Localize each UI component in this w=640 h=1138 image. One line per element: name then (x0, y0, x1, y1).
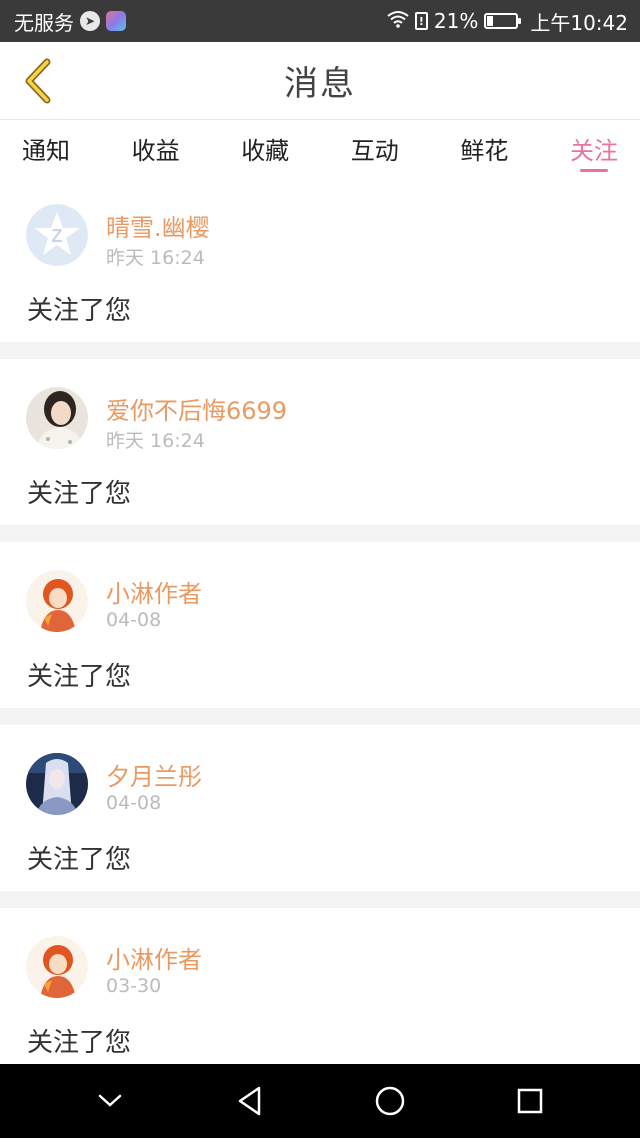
tab-earnings[interactable]: 收益 (132, 120, 180, 176)
header: 消息 (0, 42, 640, 120)
message-text: 关注了您 (27, 479, 132, 509)
wifi-icon (387, 10, 409, 33)
battery-icon (484, 13, 522, 29)
message-list: Z 晴雪.幽樱 昨天 16:24 关注了您 爱你不后悔6699 昨天 16:24… (0, 176, 640, 1091)
user-name[interactable]: 小淋作者 (106, 940, 202, 975)
avatar[interactable] (26, 936, 88, 998)
list-item[interactable]: Z 晴雪.幽樱 昨天 16:24 关注了您 (0, 176, 640, 342)
tab-follows[interactable]: 关注 (570, 120, 618, 176)
message-time: 昨天 16:24 (106, 247, 205, 269)
page-title: 消息 (284, 64, 356, 104)
message-text: 关注了您 (27, 296, 132, 326)
sim-alert-icon: ! (414, 12, 428, 30)
hide-nav-button[interactable] (82, 1073, 138, 1129)
carrier-text: 无服务 (14, 10, 74, 35)
user-name[interactable]: 晴雪.幽樱 (106, 208, 210, 243)
tab-interactions[interactable]: 互动 (351, 120, 399, 176)
message-time: 03-30 (106, 975, 162, 997)
girl-photo-avatar-icon (26, 387, 88, 449)
back-button[interactable] (14, 56, 64, 106)
battery-fill (487, 16, 494, 26)
message-time: 04-08 (106, 609, 162, 631)
list-item[interactable]: 小淋作者 03-30 关注了您 (0, 908, 640, 1074)
user-name[interactable]: 爱你不后悔6699 (106, 391, 287, 426)
recents-square-icon (517, 1088, 543, 1114)
home-circle-icon (375, 1086, 405, 1116)
list-item[interactable]: 小淋作者 04-08 关注了您 (0, 542, 640, 708)
navigation-icon: ➤ (80, 11, 100, 31)
chevron-down-icon (98, 1094, 122, 1107)
battery-percent: 21% (433, 9, 479, 33)
home-nav-button[interactable] (362, 1073, 418, 1129)
back-nav-button[interactable] (222, 1073, 278, 1129)
message-time: 04-08 (106, 792, 162, 814)
anime-dark-avatar-icon (26, 753, 88, 815)
status-left: 无服务 ➤ (14, 7, 126, 36)
avatar[interactable]: Z (26, 204, 88, 266)
message-text: 关注了您 (27, 662, 132, 692)
avatar[interactable] (26, 387, 88, 449)
anime-avatar-icon (26, 936, 88, 998)
tab-bar: 通知 收益 收藏 互动 鲜花 关注 (0, 120, 640, 176)
default-avatar-icon: Z (26, 204, 88, 266)
anime-avatar-icon (26, 570, 88, 632)
clock: 上午10:42 (530, 10, 628, 35)
avatar[interactable] (26, 753, 88, 815)
avatar[interactable] (26, 570, 88, 632)
recents-nav-button[interactable] (502, 1073, 558, 1129)
status-bar: 无服务 ➤ ! 21% 上午10:42 (0, 0, 640, 42)
message-time: 昨天 16:24 (106, 430, 205, 452)
list-item[interactable]: 爱你不后悔6699 昨天 16:24 关注了您 (0, 359, 640, 525)
app-icon (106, 11, 126, 31)
tab-flowers[interactable]: 鲜花 (460, 120, 508, 176)
user-name[interactable]: 小淋作者 (106, 574, 202, 609)
user-name[interactable]: 夕月兰彤 (106, 757, 202, 792)
message-text: 关注了您 (27, 845, 132, 875)
tab-notifications[interactable]: 通知 (22, 120, 70, 176)
chevron-left-icon (25, 58, 51, 104)
status-right: ! 21% 上午10:42 (387, 7, 628, 36)
tab-favorites[interactable]: 收藏 (241, 120, 289, 176)
message-text: 关注了您 (27, 1028, 132, 1058)
svg-text:Z: Z (52, 226, 63, 246)
back-triangle-icon (238, 1086, 261, 1116)
system-nav-bar (0, 1064, 640, 1138)
list-item[interactable]: 夕月兰彤 04-08 关注了您 (0, 725, 640, 891)
